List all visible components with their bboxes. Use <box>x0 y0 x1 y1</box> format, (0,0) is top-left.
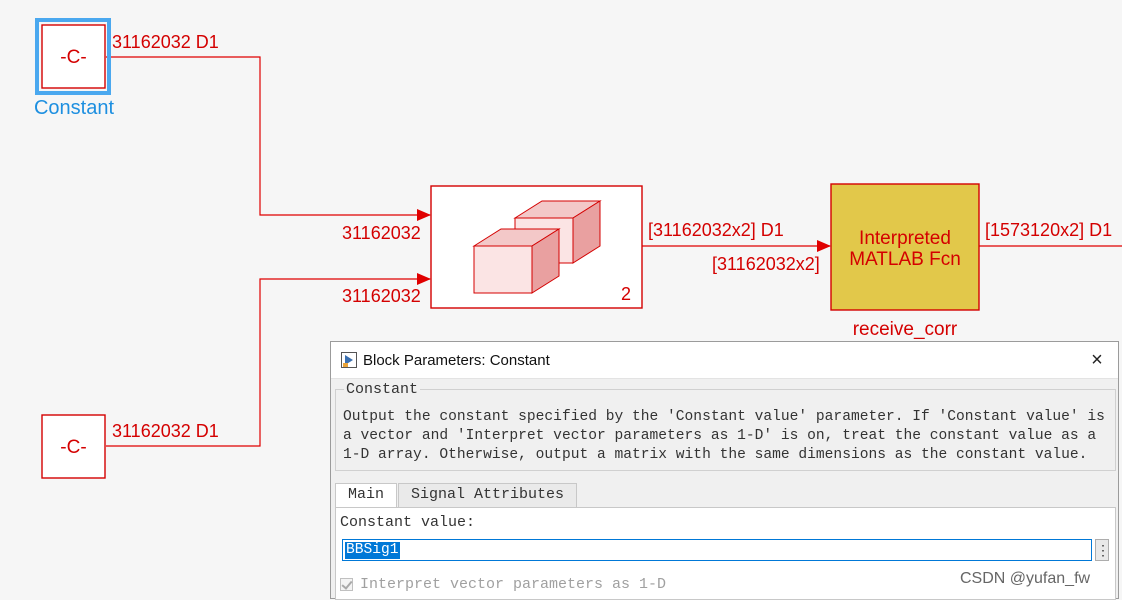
concatenate-num-inputs: 2 <box>621 284 631 304</box>
tab-signal-attributes[interactable]: Signal Attributes <box>398 483 578 507</box>
concatenate-block[interactable]: 2 <box>430 185 643 309</box>
simulink-block-icon <box>341 352 357 368</box>
more-options-button[interactable]: ⋮ <box>1095 539 1110 561</box>
interpret-vector-checkbox[interactable] <box>340 578 353 591</box>
fcn-block-line2: MATLAB Fcn <box>849 249 961 270</box>
fcn-output-signal-label: [1573120x2] D1 <box>985 220 1112 240</box>
dialog-titlebar[interactable]: Block Parameters: Constant × <box>331 342 1118 379</box>
constant-description-group: Constant Output the constant specified b… <box>335 381 1116 471</box>
parameter-tabs: Main Signal Attributes <box>335 483 578 508</box>
group-title: Constant <box>344 381 421 398</box>
fcn-input-dims-label: [31162032x2] <box>712 254 820 274</box>
constant-block-1-name[interactable]: Constant <box>34 97 114 119</box>
close-button[interactable]: × <box>1086 349 1108 371</box>
constant-block-1[interactable]: -C- <box>35 18 111 95</box>
block-parameters-dialog: Block Parameters: Constant × Constant Ou… <box>330 341 1119 600</box>
concat-input-2-dims: 31162032 <box>342 286 421 306</box>
constant-2-output-signal-label: 31162032 D1 <box>112 421 219 441</box>
concat-output-signal-label: [31162032x2] D1 <box>648 220 784 240</box>
constant-block-2[interactable]: -C- <box>41 414 106 479</box>
concat-input-1-dims: 31162032 <box>342 223 421 243</box>
constant-value-input[interactable]: BBSig1 <box>342 539 1092 561</box>
fcn-block-name[interactable]: receive_corr <box>853 319 958 340</box>
csdn-watermark: CSDN @yufan_fw <box>960 570 1091 587</box>
constant-1-output-signal-label: 31162032 D1 <box>112 32 219 52</box>
interpreted-matlab-fcn-block[interactable]: Interpreted MATLAB Fcn <box>830 183 980 311</box>
constant-block-1-symbol: -C- <box>60 47 86 68</box>
constant-value-text[interactable]: BBSig1 <box>345 541 400 559</box>
constant-value-label: Constant value: <box>340 514 476 531</box>
interpret-vector-label: Interpret vector parameters as 1-D <box>360 576 667 593</box>
constant-block-2-symbol: -C- <box>60 437 86 458</box>
fcn-block-line1: Interpreted <box>859 228 951 249</box>
interpret-vector-checkbox-row[interactable]: Interpret vector parameters as 1-D <box>340 576 666 593</box>
dialog-title: Block Parameters: Constant <box>363 351 550 369</box>
tab-main[interactable]: Main <box>335 483 398 508</box>
block-description: Output the constant specified by the 'Co… <box>343 409 1105 463</box>
signal-line-constant1-to-concat[interactable] <box>106 56 431 221</box>
